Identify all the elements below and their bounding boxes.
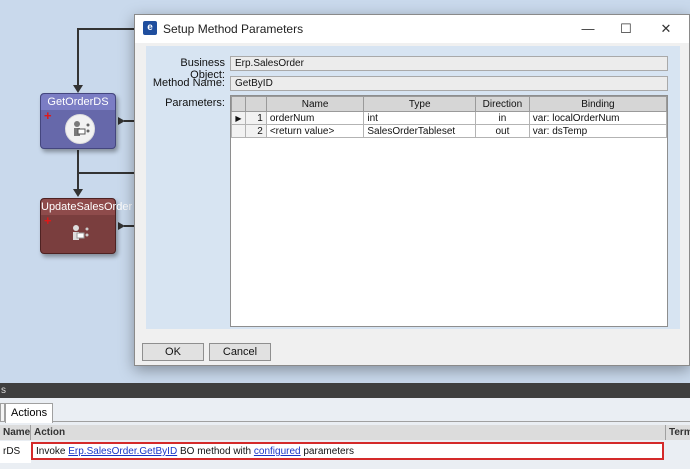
connector-line xyxy=(77,172,79,190)
param-name-cell[interactable]: orderNum xyxy=(265,111,365,125)
grid-number-header xyxy=(244,96,267,112)
connector-line xyxy=(77,172,135,174)
bo-method-icon xyxy=(65,114,95,144)
param-direction-cell[interactable]: in xyxy=(475,111,530,125)
workflow-node-updatesalesorder[interactable]: UpdateSalesOrder + xyxy=(40,198,133,254)
row-number: 1 xyxy=(244,111,267,125)
panel-header-bar: s xyxy=(0,383,690,398)
connector-line xyxy=(77,28,79,86)
column-header-name[interactable]: Name xyxy=(265,96,365,112)
parameters-label: Parameters: xyxy=(165,97,225,109)
grid-corner-header xyxy=(231,96,246,112)
connector-arrow xyxy=(73,85,83,93)
cancel-button[interactable]: Cancel xyxy=(209,343,271,361)
method-name-label: Method Name: xyxy=(152,77,225,89)
param-type-cell[interactable]: int xyxy=(363,111,477,125)
maximize-icon[interactable]: ☐ xyxy=(611,19,641,39)
setup-method-parameters-dialog: e Setup Method Parameters — ☐ ✕ Business… xyxy=(134,14,690,366)
param-direction-cell[interactable]: out xyxy=(475,124,530,138)
action-text: Invoke xyxy=(36,446,69,457)
node-title: GetOrderDS xyxy=(41,94,115,110)
dialog-titlebar[interactable]: e Setup Method Parameters — ☐ ✕ xyxy=(135,15,689,43)
table-row[interactable]: 2 <return value> SalesOrderTableset out … xyxy=(231,124,668,138)
action-text: BO method with xyxy=(177,446,254,457)
row-selector-icon[interactable]: ▶ xyxy=(231,111,246,125)
close-icon[interactable]: ✕ xyxy=(651,19,681,39)
param-type-cell[interactable]: SalesOrderTableset xyxy=(363,124,477,138)
business-object-field[interactable]: Erp.SalesOrder xyxy=(230,56,668,71)
bo-method-icon xyxy=(65,219,95,249)
tab-actions[interactable]: Actions xyxy=(5,403,54,423)
table-row[interactable]: ▶ 1 orderNum int in var: localOrderNum xyxy=(231,111,668,125)
row-number: 2 xyxy=(244,124,267,138)
column-header-action[interactable]: Action xyxy=(31,425,666,440)
param-binding-cell[interactable]: var: localOrderNum xyxy=(528,111,668,125)
dialog-title: Setup Method Parameters xyxy=(163,22,304,36)
tab-strip: Actions xyxy=(0,400,690,423)
plus-icon[interactable]: + xyxy=(44,214,52,227)
connector-arrow xyxy=(73,189,83,197)
ok-button[interactable]: OK xyxy=(142,343,204,361)
action-text: parameters xyxy=(300,446,354,457)
configured-parameters-link[interactable]: configured xyxy=(254,446,301,457)
method-name-field[interactable]: GetByID xyxy=(230,76,668,91)
plus-icon[interactable]: + xyxy=(44,109,52,122)
column-header-binding[interactable]: Binding xyxy=(528,96,668,112)
parameters-grid[interactable]: Name Type Direction Binding ▶ 1 orderNum… xyxy=(230,95,668,327)
app-icon: e xyxy=(143,21,157,35)
param-binding-cell[interactable]: var: dsTemp xyxy=(528,124,668,138)
connector-line xyxy=(77,150,79,172)
connector-line xyxy=(77,28,135,30)
column-header-direction[interactable]: Direction xyxy=(475,96,530,112)
node-title: UpdateSalesOrder xyxy=(41,199,133,215)
action-name-cell[interactable]: rDS xyxy=(0,441,31,463)
action-description-cell[interactable]: Invoke Erp.SalesOrder.GetByID BO method … xyxy=(31,442,664,460)
column-header-type[interactable]: Type xyxy=(363,96,477,112)
column-header-name[interactable]: Name xyxy=(0,425,31,440)
workflow-node-getorderds[interactable]: GetOrderDS + xyxy=(40,93,116,149)
parameters-panel: Business Object: Erp.SalesOrder Method N… xyxy=(146,46,680,329)
param-name-cell[interactable]: <return value> xyxy=(265,124,365,138)
bottom-panel: s Actions Name Action Term rDS Invoke Er… xyxy=(0,383,690,469)
column-header-term[interactable]: Term xyxy=(666,425,690,440)
row-selector[interactable] xyxy=(231,124,246,138)
bo-method-link[interactable]: Erp.SalesOrder.GetByID xyxy=(68,446,177,457)
minimize-icon[interactable]: — xyxy=(573,19,603,39)
